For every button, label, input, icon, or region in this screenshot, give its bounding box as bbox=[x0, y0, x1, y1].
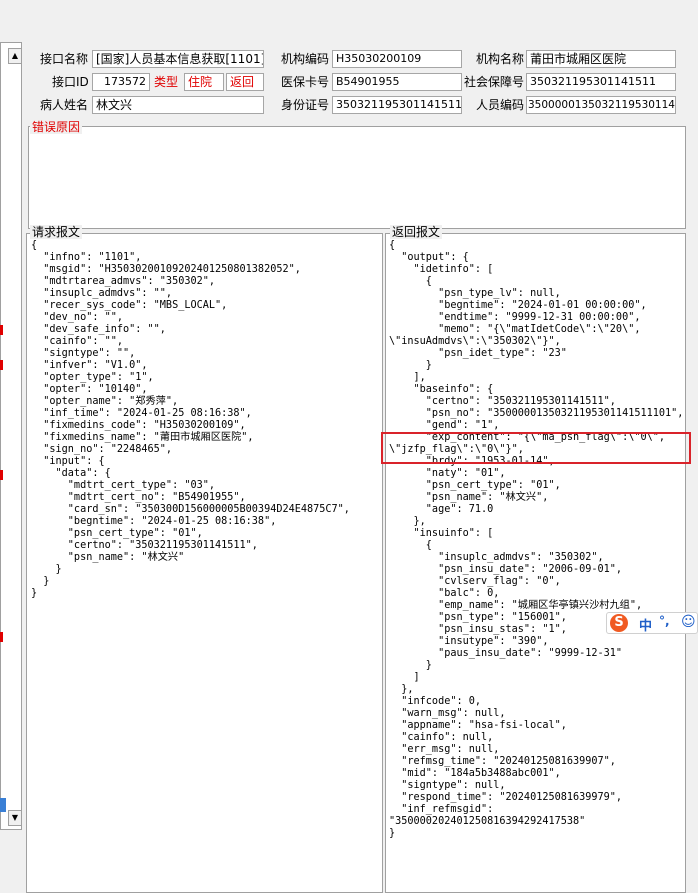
sogou-logo-icon[interactable]: S bbox=[610, 614, 628, 632]
response-message-label: 返回报文 bbox=[390, 225, 443, 239]
ssn-label: 社会保障号 bbox=[464, 75, 525, 89]
exp-content-highlight bbox=[381, 432, 691, 464]
med-card-field[interactable]: B54901955 bbox=[332, 73, 462, 91]
response-message-text: { "output": { "idetinfo": [ { "psn_type_… bbox=[389, 240, 684, 839]
patient-name-field[interactable]: 林文兴 bbox=[92, 96, 264, 114]
left-panel-red-mark bbox=[0, 325, 3, 335]
med-card-label: 医保卡号 bbox=[281, 75, 330, 89]
left-panel-selected-row[interactable] bbox=[0, 798, 6, 812]
error-reason-box[interactable] bbox=[28, 126, 686, 229]
type-label: 类型 bbox=[154, 75, 179, 89]
interface-id-field[interactable]: 173572 bbox=[92, 73, 150, 91]
request-message-text: { "infno": "1101", "msgid": "H3503020010… bbox=[31, 240, 350, 599]
patient-name-label: 病人姓名 bbox=[40, 98, 89, 112]
left-panel-red-mark bbox=[0, 632, 3, 642]
left-panel-scroll-arrow-down[interactable]: ▼ bbox=[8, 810, 22, 826]
org-code-label: 机构编码 bbox=[281, 52, 330, 66]
left-panel-red-mark bbox=[0, 360, 3, 370]
left-panel-red-mark bbox=[0, 470, 3, 480]
id-card-field[interactable]: 350321195301141511 bbox=[332, 96, 462, 114]
response-message-pane[interactable]: { "output": { "idetinfo": [ { "psn_type_… bbox=[385, 233, 686, 893]
error-reason-label: 错误原因 bbox=[30, 120, 83, 134]
org-code-field[interactable]: H35030200109 bbox=[332, 50, 462, 68]
request-message-pane[interactable]: { "infno": "1101", "msgid": "H3503020010… bbox=[26, 233, 383, 893]
interface-name-field[interactable]: [国家]人员基本信息获取[1101] bbox=[92, 50, 264, 68]
person-code-label: 人员编码 bbox=[476, 98, 525, 112]
ssn-field[interactable]: 350321195301141511 bbox=[526, 73, 676, 91]
ime-toolbar[interactable]: S 中 °, ☺ bbox=[606, 612, 698, 634]
type-field[interactable]: 住院 bbox=[184, 73, 224, 91]
ime-mode-chinese[interactable]: 中 bbox=[639, 615, 652, 634]
interface-id-label: 接口ID bbox=[52, 75, 89, 89]
id-card-label: 身份证号 bbox=[281, 98, 330, 112]
interface-name-label: 接口名称 bbox=[40, 52, 89, 66]
request-message-label: 请求报文 bbox=[30, 225, 83, 239]
left-panel-scroll-arrow-up[interactable]: ▲ bbox=[8, 48, 22, 64]
ime-punctuation-toggle[interactable]: °, bbox=[659, 614, 670, 628]
ime-emoji-icon[interactable]: ☺ bbox=[681, 614, 696, 630]
left-side-panel bbox=[0, 42, 22, 830]
direction-field[interactable]: 返回 bbox=[226, 73, 264, 91]
org-name-label: 机构名称 bbox=[476, 52, 525, 66]
person-code-field[interactable]: 35000001350321195301141510 bbox=[526, 96, 676, 114]
org-name-field[interactable]: 莆田市城厢区医院 bbox=[526, 50, 676, 68]
